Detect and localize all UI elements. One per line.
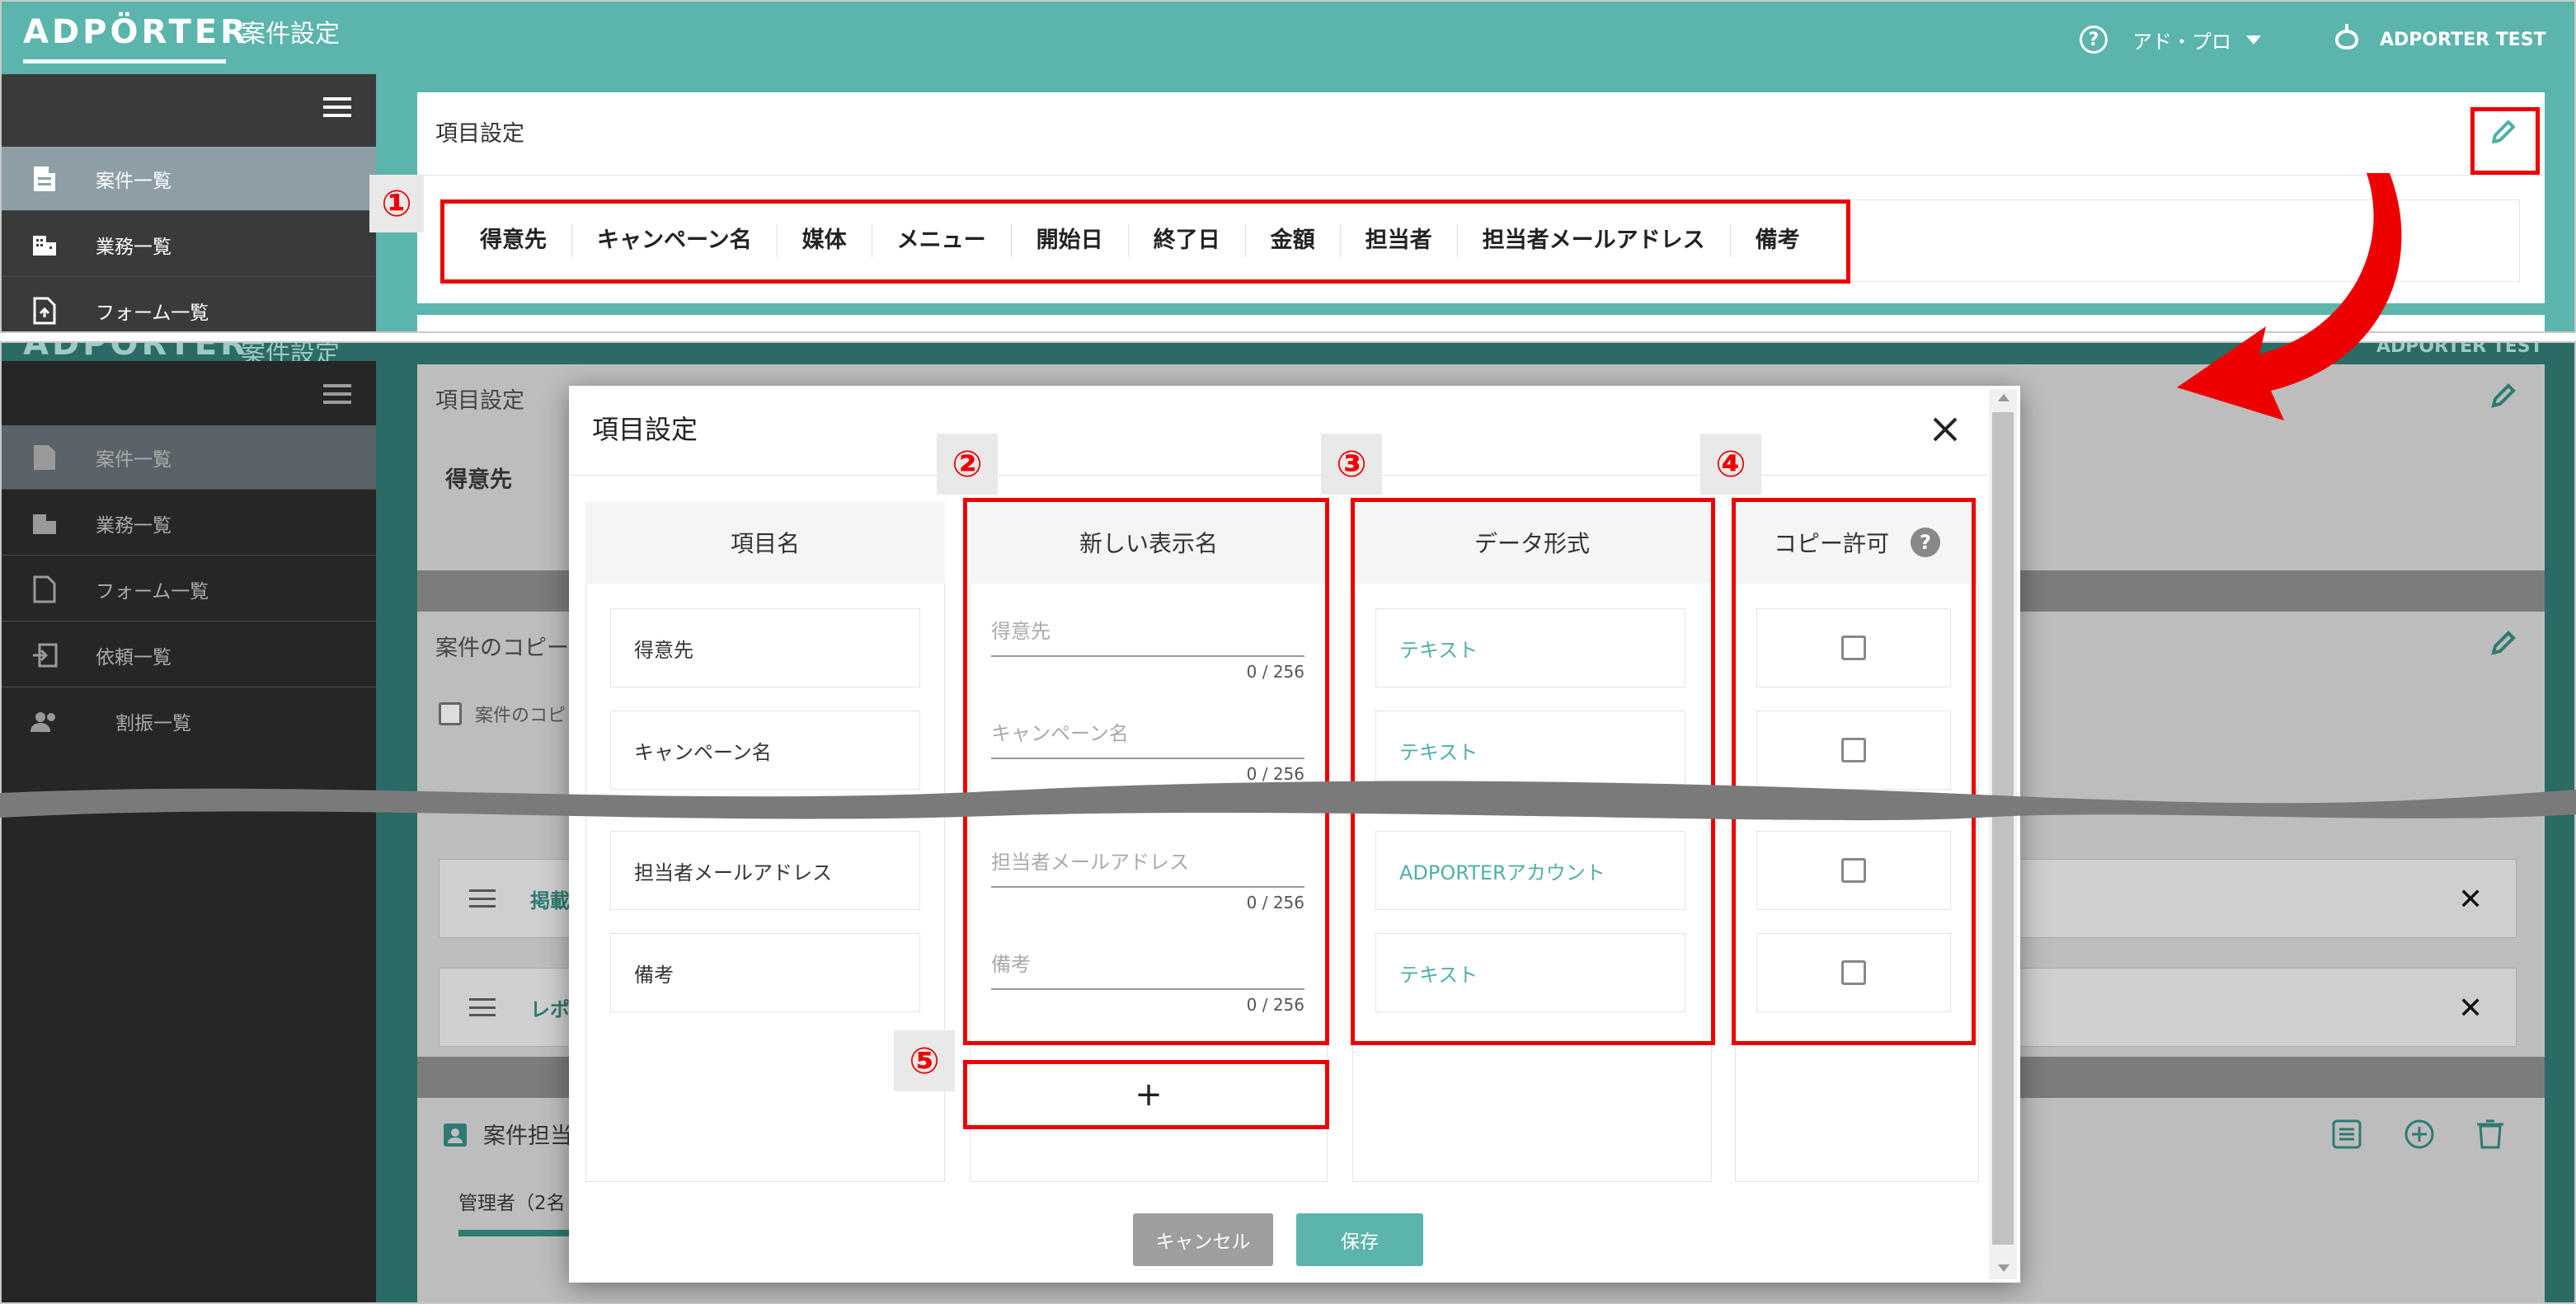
- marker-1: ①: [369, 175, 424, 232]
- close-icon[interactable]: ✕: [2458, 992, 2483, 1025]
- person-card-header: 案件担当: [442, 1118, 572, 1150]
- marker-5: ⑤: [894, 1030, 955, 1091]
- arrow-icon: [2177, 173, 2402, 420]
- card-title: 項目設定: [435, 388, 524, 414]
- document-icon: [30, 443, 59, 472]
- close-icon[interactable]: [1931, 415, 1964, 448]
- user-icon[interactable]: [2335, 24, 2358, 49]
- card-title: 案件担当: [483, 1123, 572, 1149]
- scroll-up-icon[interactable]: [1998, 394, 2010, 401]
- column-label: 得意先: [445, 467, 512, 493]
- card-title: 案件のコピー: [435, 636, 569, 661]
- user-name[interactable]: ADPORTER TEST: [2380, 30, 2546, 50]
- scroll-down-icon[interactable]: [1998, 1264, 2010, 1272]
- edit-pencil-icon[interactable]: [2485, 379, 2523, 420]
- highlight-new-name: [963, 498, 1329, 1045]
- sidebar-item-label: フォーム一覧: [96, 302, 209, 324]
- copy-checkbox[interactable]: [439, 702, 462, 725]
- dialog-title: 項目設定: [592, 414, 698, 445]
- sidebar-item-tasks[interactable]: 業務一覧: [2, 491, 376, 556]
- save-button[interactable]: 保存: [1296, 1213, 1423, 1266]
- sidebar-item-label: 業務一覧: [96, 236, 172, 258]
- logo-faded: ADPÖRTER: [23, 341, 249, 363]
- building-icon: [30, 509, 59, 538]
- logo-underline: [23, 59, 226, 63]
- divider: [569, 475, 1987, 476]
- header-right: ? アド・プロ ADPORTER TEST: [2080, 20, 2546, 59]
- sidebar-item-forms[interactable]: フォーム一覧: [2, 279, 376, 331]
- drag-handle-icon[interactable]: [469, 998, 496, 1016]
- menu-icon[interactable]: [323, 384, 351, 404]
- marker-2: ②: [937, 434, 998, 495]
- list-icon[interactable]: [2330, 1118, 2363, 1151]
- item-name-cell: 得意先: [610, 608, 920, 687]
- sidebar-item-label: 案件一覧: [96, 170, 172, 192]
- sidebar-dimmed: 案件一覧 業務一覧 フォーム一覧 依頼一覧 割振一覧: [2, 361, 376, 1302]
- highlight-add: [963, 1060, 1329, 1129]
- sidebar-item-assign[interactable]: 割振一覧: [2, 689, 376, 753]
- highlight-columns: [440, 199, 1850, 284]
- sidebar-item-label: フォーム一覧: [96, 580, 209, 603]
- sidebar-item-projects[interactable]: 案件一覧: [2, 425, 376, 490]
- highlight-copy: [1732, 498, 1976, 1045]
- item-name-cell: 備考: [610, 933, 920, 1012]
- scrollbar[interactable]: [1989, 389, 2017, 1279]
- badge-icon: [444, 1123, 467, 1147]
- logo: ADPÖRTER: [23, 13, 249, 63]
- document-icon: [30, 164, 59, 194]
- chevron-down-icon: [2246, 35, 2261, 45]
- scroll-thumb[interactable]: [1992, 412, 2014, 1245]
- copy-row-label: 掲載: [530, 889, 570, 912]
- building-icon: [30, 230, 59, 260]
- sidebar: 案件一覧 業務一覧 フォーム一覧: [2, 74, 376, 331]
- item-name-cell: 担当者メールアドレス: [610, 831, 920, 910]
- card-title: 項目設定: [435, 121, 524, 147]
- drag-handle-icon[interactable]: [469, 889, 496, 908]
- sidebar-item-label: 割振一覧: [115, 713, 191, 734]
- org-switcher[interactable]: アド・プロ: [2132, 26, 2261, 54]
- logo-text: ADPÖRTER: [23, 13, 249, 51]
- help-icon[interactable]: ?: [2080, 26, 2108, 54]
- sidebar-item-label: 業務一覧: [96, 514, 172, 537]
- people-icon: [30, 706, 59, 736]
- close-icon[interactable]: ✕: [2458, 883, 2483, 917]
- form-icon: [30, 296, 59, 326]
- add-circle-icon[interactable]: [2403, 1118, 2436, 1151]
- sidebar-item-label: 依頼一覧: [96, 646, 172, 668]
- sidebar-item-requests[interactable]: 依頼一覧: [2, 623, 376, 687]
- break-line: [0, 781, 2576, 821]
- form-icon: [30, 575, 59, 604]
- admin-label: 管理者（2名: [458, 1193, 566, 1214]
- sidebar-item-label: 案件一覧: [96, 448, 172, 471]
- org-name: アド・プロ: [2132, 30, 2231, 54]
- cancel-button[interactable]: キャンセル: [1133, 1213, 1273, 1266]
- edit-pencil-icon[interactable]: [2485, 115, 2523, 153]
- edit-pencil-icon[interactable]: [2485, 626, 2523, 668]
- marker-4: ④: [1700, 434, 1761, 495]
- sidebar-item-tasks[interactable]: 業務一覧: [2, 213, 376, 277]
- page-title: 案件設定: [241, 20, 340, 49]
- person-card-actions: [2330, 1118, 2505, 1151]
- sidebar-item-forms[interactable]: フォーム一覧: [2, 557, 376, 622]
- item-settings-dialog: 項目設定 項目名 新しい表示名 データ形式 コピー許可 ? 得意先 得意先 0 …: [569, 386, 2020, 1283]
- column-head-name: 項目名: [585, 501, 945, 584]
- menu-icon[interactable]: [323, 97, 351, 117]
- highlight-format: [1351, 498, 1715, 1045]
- sidebar-item-projects[interactable]: 案件一覧: [2, 147, 376, 211]
- copy-row-label: レポ: [530, 998, 570, 1021]
- request-icon: [30, 640, 59, 670]
- trash-icon[interactable]: [2475, 1118, 2505, 1151]
- marker-3: ③: [1321, 434, 1382, 495]
- copy-checkbox-label: 案件のコピ: [475, 706, 566, 726]
- copy-checkbox-row[interactable]: 案件のコピ: [439, 701, 566, 727]
